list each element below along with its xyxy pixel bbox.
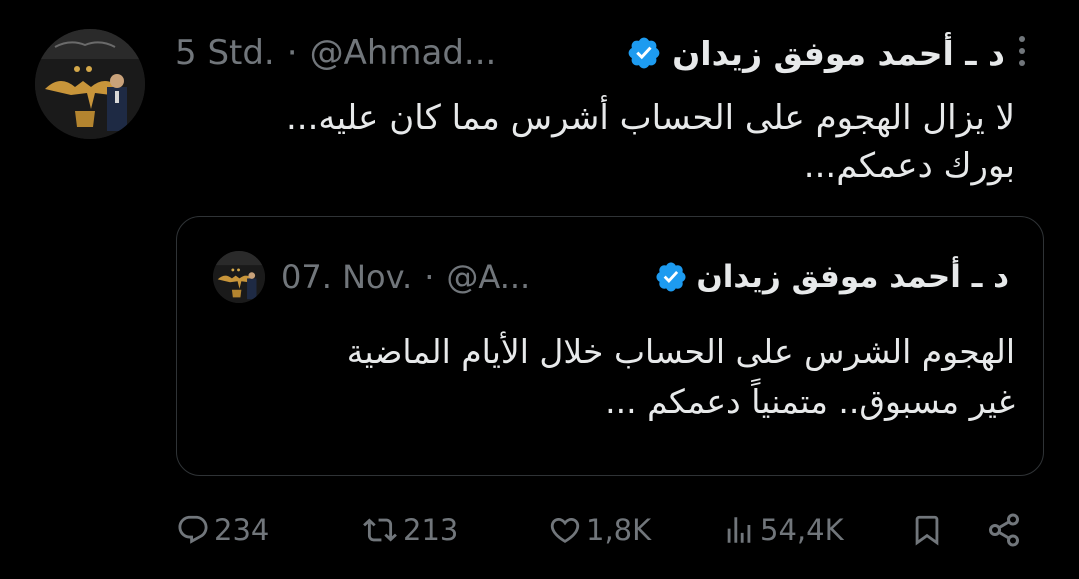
reply-button[interactable]: 234 bbox=[176, 505, 269, 555]
quoted-text-line: غير مسبوق.. متمنياً دعمكم ... bbox=[605, 382, 1015, 421]
more-vertical-icon[interactable] bbox=[1015, 34, 1029, 68]
repost-count: 213 bbox=[403, 513, 459, 547]
repost-icon bbox=[363, 518, 397, 542]
verified-badge-icon bbox=[656, 262, 686, 292]
reply-icon bbox=[178, 515, 208, 544]
bookmark-button[interactable] bbox=[910, 505, 944, 555]
tweet-text-line: لا يزال الهجوم على الحساب أشرس مما كان ع… bbox=[286, 98, 1015, 138]
separator-dot: · bbox=[424, 258, 435, 296]
action-bar: 234 213 1,8K 54,4K bbox=[176, 505, 1036, 555]
author-name[interactable]: د ـ أحمد موفق زيدان bbox=[672, 34, 1005, 73]
like-button[interactable]: 1,8K bbox=[548, 505, 651, 555]
views-button[interactable]: 54,4K bbox=[722, 505, 844, 555]
heart-icon bbox=[550, 517, 580, 543]
quoted-tweet-card[interactable]: د ـ أحمد موفق زيدان @A... · 07. Nov. اله… bbox=[176, 216, 1044, 476]
like-count: 1,8K bbox=[586, 513, 652, 547]
author-handle[interactable]: @Ahmad... bbox=[310, 33, 497, 73]
separator-dot: · bbox=[286, 33, 298, 73]
tweet-text: لا يزال الهجوم على الحساب أشرس مما كان ع… bbox=[175, 94, 1015, 190]
bookmark-icon bbox=[915, 515, 939, 546]
share-icon bbox=[989, 513, 1019, 547]
tweet-timestamp[interactable]: 5 Std. bbox=[175, 33, 275, 73]
quoted-avatar-image bbox=[213, 251, 265, 303]
verified-badge-icon bbox=[628, 37, 660, 69]
view-count: 54,4K bbox=[760, 513, 844, 547]
reply-count: 234 bbox=[214, 513, 270, 547]
quoted-text-line: الهجوم الشرس على الحساب خلال الأيام الما… bbox=[346, 332, 1015, 371]
tweet-text-line: بورك دعمكم... bbox=[803, 146, 1015, 186]
tweet-header: د ـ أحمد موفق زيدان @Ahmad... · 5 Std. bbox=[175, 26, 1005, 80]
avatar-image bbox=[35, 29, 145, 139]
repost-button[interactable]: 213 bbox=[361, 505, 458, 555]
quoted-header: د ـ أحمد موفق زيدان @A... · 07. Nov. bbox=[281, 251, 1009, 303]
avatar[interactable] bbox=[35, 29, 145, 139]
views-icon bbox=[727, 517, 751, 543]
quoted-timestamp[interactable]: 07. Nov. bbox=[281, 258, 412, 296]
quoted-avatar[interactable] bbox=[213, 251, 265, 303]
quoted-author-name[interactable]: د ـ أحمد موفق زيدان bbox=[696, 259, 1009, 295]
quoted-author-handle[interactable]: @A... bbox=[446, 258, 530, 296]
share-button[interactable] bbox=[986, 505, 1022, 555]
quoted-text: الهجوم الشرس على الحساب خلال الأيام الما… bbox=[207, 327, 1015, 427]
